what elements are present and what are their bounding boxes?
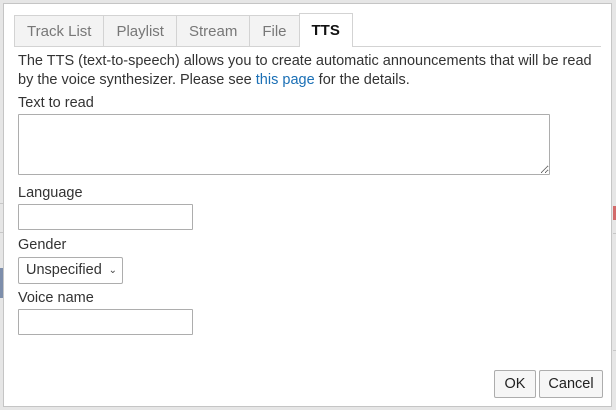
details-link[interactable]: this page	[256, 72, 315, 88]
language-field[interactable]	[18, 204, 193, 230]
tab-bar: Track List Playlist Stream File TTS	[14, 13, 353, 47]
gender-select[interactable]: Unspecified ⌄	[18, 257, 123, 284]
intro-text: The TTS (text-to-speech) allows you to c…	[18, 52, 598, 90]
gender-label: Gender	[18, 237, 67, 253]
chevron-down-icon: ⌄	[108, 265, 117, 276]
intro-text-end: for the details.	[314, 72, 410, 88]
ok-button[interactable]: OK	[494, 370, 536, 398]
voice-name-label: Voice name	[18, 290, 94, 306]
language-label: Language	[18, 185, 83, 201]
tab-playlist[interactable]: Playlist	[103, 15, 177, 47]
text-to-read-label: Text to read	[18, 95, 94, 111]
text-to-read-field[interactable]	[18, 114, 550, 175]
voice-name-field[interactable]	[18, 309, 193, 335]
tab-file[interactable]: File	[249, 15, 300, 47]
tts-dialog: Track List Playlist Stream File TTS The …	[3, 3, 612, 407]
tab-track-list[interactable]: Track List	[14, 15, 105, 47]
tab-stream[interactable]: Stream	[175, 15, 251, 47]
cancel-button[interactable]: Cancel	[539, 370, 603, 398]
tab-tts[interactable]: TTS	[298, 13, 353, 47]
gender-selected-value: Unspecified	[26, 262, 102, 278]
